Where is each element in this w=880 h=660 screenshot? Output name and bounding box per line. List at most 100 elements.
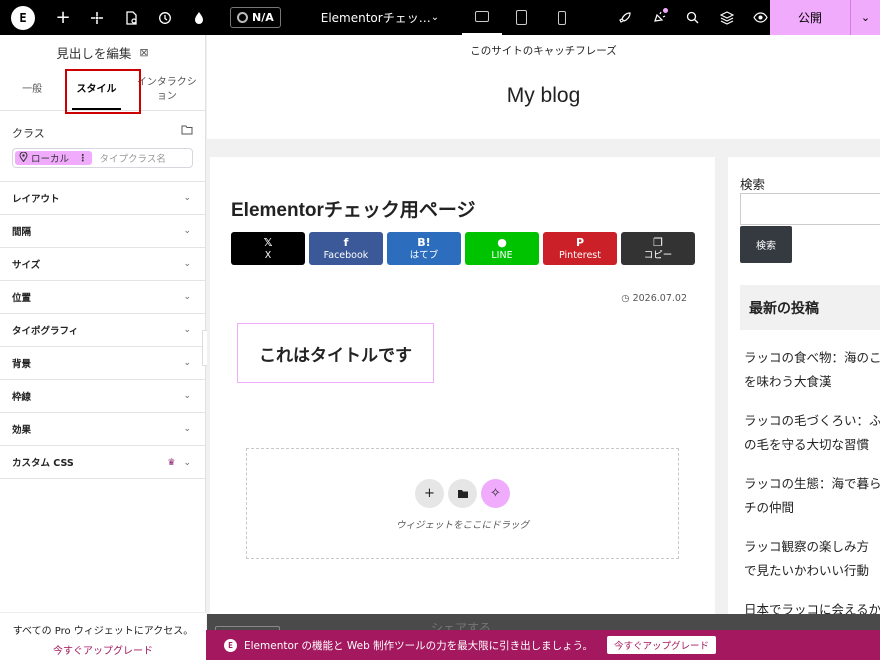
recent-post-line: ラッコの毛づくろい：ふ xyxy=(744,413,880,428)
device-switcher xyxy=(461,0,582,35)
share-icon: B! xyxy=(417,235,431,249)
share-button[interactable]: 𝕏X xyxy=(231,232,305,265)
post-date: ◷ 2026.07.02 xyxy=(621,293,687,304)
dropzone-text: ウィジェットをここにドラッグ xyxy=(395,520,529,531)
promo-upgrade-link[interactable]: 今すぐアップグレード xyxy=(0,642,206,657)
share-button-label: Pinterest xyxy=(559,249,601,261)
upgrade-now-button[interactable]: 今すぐアップグレード xyxy=(607,636,717,654)
search-icon[interactable] xyxy=(676,0,710,35)
share-button-label: コピー xyxy=(643,249,673,261)
share-button-label: Facebook xyxy=(323,249,369,261)
recent-post-line: ラッコの生態：海で暮ら xyxy=(744,476,880,491)
recent-post-link[interactable]: ラッコの生態：海で暮ら チの仲間 xyxy=(744,472,880,535)
editor-panel: 見出しを編集 ⊠ 一般 スタイル インタラクション クラス ローカル ⋮ タイプ… xyxy=(0,35,206,660)
section-typography[interactable]: タイポグラフィ ⌄ xyxy=(0,314,205,347)
recent-post-line: の毛を守る大切な習慣 xyxy=(744,437,870,452)
ai-sparkle-icon[interactable]: ✧ xyxy=(481,479,510,508)
publish-options-chevron-icon[interactable]: ⌄ xyxy=(850,0,880,35)
publish-button[interactable]: 公開 xyxy=(770,0,850,35)
chevron-down-icon: ⌄ xyxy=(183,424,191,434)
section-spacing[interactable]: 間隔 ⌄ xyxy=(0,215,205,248)
share-button[interactable]: f Facebook xyxy=(309,232,383,265)
section-border[interactable]: 枠線 ⌄ xyxy=(0,380,205,413)
share-button[interactable]: P Pinterest xyxy=(543,232,617,265)
class-name-placeholder: タイプクラス名 xyxy=(99,154,166,165)
widget-dropzone[interactable]: + ✧ ウィジェットをここにドラッグ xyxy=(246,448,679,559)
share-button[interactable]: ● LINE xyxy=(465,232,539,265)
desktop-view-button[interactable] xyxy=(461,0,502,35)
chevron-down-icon: ⌄ xyxy=(183,226,191,236)
chevron-down-icon: ⌄ xyxy=(430,12,440,23)
class-label: クラス xyxy=(12,127,45,140)
share-icon: P xyxy=(575,235,585,249)
heading-widget[interactable]: これはタイトルです xyxy=(237,323,434,383)
recent-post-link[interactable]: ラッコの食べ物：海のこ を味わう大食漢 xyxy=(744,346,880,409)
elementor-menu-button[interactable]: E xyxy=(0,0,46,35)
site-tagline: このサイトのキャッチフレーズ xyxy=(470,45,617,57)
site-title[interactable]: My blog xyxy=(207,84,880,108)
tab-general[interactable]: 一般 xyxy=(0,69,64,110)
section-effects[interactable]: 効果 ⌄ xyxy=(0,413,205,446)
chevron-down-icon: ⌄ xyxy=(183,391,191,401)
folder-icon[interactable] xyxy=(181,125,193,141)
document-title: Elementorチェッ… xyxy=(320,11,431,25)
recent-post-line: を味わう大食漢 xyxy=(744,374,832,389)
post-title: Elementorチェック用ページ xyxy=(231,200,476,221)
clock-icon: ◷ xyxy=(621,293,630,304)
template-library-folder-icon[interactable] xyxy=(448,479,477,508)
upgrade-banner: E Elementor の機能と Web 制作ツールの力を最大限に引き出しましょ… xyxy=(206,630,880,660)
sidebar-search-input[interactable] xyxy=(740,193,880,225)
upgrade-message: Elementor の機能と Web 制作ツールの力を最大限に引き出しましょう。 xyxy=(244,639,593,652)
add-element-icon[interactable]: + xyxy=(46,0,80,35)
popout-icon[interactable]: ⊠ xyxy=(139,46,148,59)
promo-text: すべての Pro ウィジェットにアクセス。 xyxy=(12,626,194,637)
share-button[interactable]: ❐ コピー xyxy=(621,232,695,265)
chevron-down-icon: ⌄ xyxy=(183,358,191,368)
top-bar: E + N/A Elementorチェッ… ⌄ 公開 ⌄ xyxy=(0,0,880,35)
whats-new-icon[interactable] xyxy=(642,0,676,35)
share-icon: ❐ xyxy=(653,235,663,249)
style-tab-highlight xyxy=(65,69,141,114)
pro-crown-icon: ♛ xyxy=(167,457,176,468)
section-size[interactable]: サイズ ⌄ xyxy=(0,248,205,281)
recent-post-line: で見たいかわいい行動 xyxy=(744,563,870,578)
section-custom-css[interactable]: カスタム CSS ♛ ⌄ xyxy=(0,446,205,479)
recent-post-link[interactable]: ラッコの毛づくろい：ふ の毛を守る大切な習慣 xyxy=(744,409,880,472)
share-icon: f xyxy=(343,235,349,249)
section-layout[interactable]: レイアウト ⌄ xyxy=(0,182,205,215)
tablet-view-button[interactable] xyxy=(502,0,542,35)
recent-post-line: ラッコの食べ物：海のこ xyxy=(744,350,880,365)
pro-promo: すべての Pro ウィジェットにアクセス。 今すぐアップグレード xyxy=(0,612,206,660)
recent-posts-heading: 最新の投稿 xyxy=(740,285,880,330)
status-icon xyxy=(237,12,248,23)
mobile-view-button[interactable] xyxy=(542,0,582,35)
location-pin-icon xyxy=(19,151,28,165)
share-button[interactable]: B! はてブ xyxy=(387,232,461,265)
structure-icon[interactable] xyxy=(80,0,114,35)
share-icon: 𝕏 xyxy=(263,235,273,249)
site-header: このサイトのキャッチフレーズ My blog xyxy=(207,35,880,139)
share-button-label: はてブ xyxy=(409,249,439,261)
section-position[interactable]: 位置 ⌄ xyxy=(0,281,205,314)
layers-icon[interactable] xyxy=(710,0,744,35)
page-settings-icon[interactable] xyxy=(114,0,148,35)
document-title-dropdown[interactable]: Elementorチェッ… ⌄ xyxy=(320,9,440,26)
chevron-down-icon: ⌄ xyxy=(183,259,191,269)
local-class-chip[interactable]: ローカル ⋮ xyxy=(15,151,92,165)
panel-title: 見出しを編集 xyxy=(56,45,132,61)
sidebar-search-button[interactable]: 検索 xyxy=(740,226,792,263)
style-sections: レイアウト ⌄ 間隔 ⌄ サイズ ⌄ 位置 ⌄ タイポグラフィ ⌄ 背景 ⌄ 枠線 ⌄ 効果 ⌄… xyxy=(0,181,205,479)
share-icon: ● xyxy=(497,235,507,249)
page-status-badge[interactable]: N/A xyxy=(230,7,281,28)
add-section-button[interactable]: + xyxy=(415,479,444,508)
class-input-field[interactable]: ローカル ⋮ タイプクラス名 xyxy=(12,148,193,168)
panel-header: 見出しを編集 ⊠ xyxy=(0,35,205,69)
chevron-down-icon: ⌄ xyxy=(183,325,191,335)
section-background[interactable]: 背景 ⌄ xyxy=(0,347,205,380)
history-icon[interactable] xyxy=(148,0,182,35)
chip-menu-icon[interactable]: ⋮ xyxy=(78,153,88,164)
recent-post-link[interactable]: ラッコ観察の楽しみ方 で見たいかわいい行動 xyxy=(744,535,880,598)
rocket-icon[interactable] xyxy=(608,0,642,35)
share-buttons: 𝕏 Xf Facebook B! はてブ ● LINE P Pinterest ❐ コピー xyxy=(231,232,695,265)
theme-style-icon[interactable] xyxy=(182,0,216,35)
